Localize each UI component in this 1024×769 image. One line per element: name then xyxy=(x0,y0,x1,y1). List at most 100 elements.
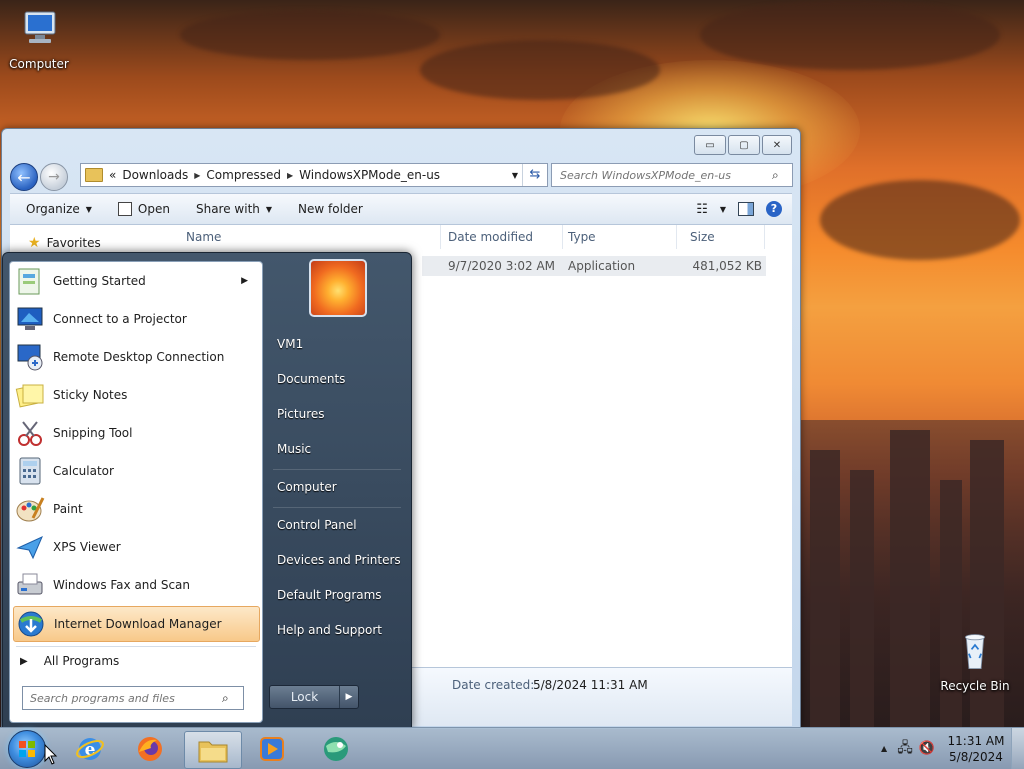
start-link-pictures[interactable]: Pictures xyxy=(277,407,325,421)
program-internet-download-manager[interactable]: Internet Download Manager xyxy=(13,606,260,642)
clock-date: 5/8/2024 xyxy=(949,749,1003,764)
submenu-arrow-icon: ▶ xyxy=(241,276,248,286)
chevron-down-icon[interactable]: ▼ xyxy=(720,205,726,214)
wallpaper-cloud xyxy=(420,40,660,100)
start-link-default-programs[interactable]: Default Programs xyxy=(277,588,382,602)
organize-button[interactable]: Organize ▼ xyxy=(26,202,92,216)
new-folder-button[interactable]: New folder xyxy=(298,202,363,216)
open-label: Open xyxy=(137,202,170,216)
start-link-documents[interactable]: Documents xyxy=(277,372,345,386)
share-with-button[interactable]: Share with ▼ xyxy=(196,202,272,216)
lock-button[interactable]: Lock ▶ xyxy=(269,685,359,709)
folder-icon xyxy=(85,168,103,182)
power-options-arrow-icon[interactable]: ▶ xyxy=(339,686,358,708)
program-label: Getting Started xyxy=(53,274,146,288)
close-button[interactable]: ✕ xyxy=(762,135,792,155)
refresh-icon[interactable]: ⇆ xyxy=(522,164,547,186)
program-getting-started[interactable]: Getting Started ▶ xyxy=(13,264,258,298)
program-remote-desktop-connection[interactable]: Remote Desktop Connection xyxy=(13,340,258,374)
breadcrumb-chevron-icon[interactable]: ▶ xyxy=(287,171,293,180)
start-link-control-panel[interactable]: Control Panel xyxy=(277,518,357,532)
program-label: Paint xyxy=(53,502,83,516)
taskbar-app-green-globe[interactable] xyxy=(308,731,364,767)
details-date-created-value: 5/8/2024 11:31 AM xyxy=(533,678,648,692)
explorer-search-box[interactable]: ⌕ xyxy=(551,163,793,187)
all-programs-button[interactable]: ▶ All Programs xyxy=(20,654,119,668)
taskbar-media-player[interactable] xyxy=(244,731,300,767)
mouse-cursor-icon xyxy=(44,744,58,765)
wallpaper-cloud xyxy=(180,10,440,60)
start-link-help-and-support[interactable]: Help and Support xyxy=(277,623,382,637)
volume-muted-icon[interactable]: 🔇 xyxy=(919,741,935,756)
start-link-user[interactable]: VM1 xyxy=(277,337,303,351)
address-history-marker[interactable]: « xyxy=(109,168,116,182)
file-size: 481,052 KB xyxy=(692,259,762,273)
back-arrow-icon: ← xyxy=(17,167,31,187)
program-xps-viewer[interactable]: XPS Viewer xyxy=(13,530,258,564)
show-desktop-button[interactable] xyxy=(1011,728,1024,769)
start-link-music[interactable]: Music xyxy=(277,442,311,456)
star-icon: ★ xyxy=(28,235,41,251)
column-header-name[interactable]: Name xyxy=(180,225,441,249)
file-row[interactable]: 9/7/2020 3:02 AM Application 481,052 KB xyxy=(422,256,766,276)
nav-favorites[interactable]: ★ Favorites xyxy=(28,235,101,251)
getting-started-icon xyxy=(18,268,40,295)
clock[interactable]: 11:31 AM 5/8/2024 xyxy=(941,733,1011,765)
program-label: Windows Fax and Scan xyxy=(53,578,191,592)
remote-desktop-icon xyxy=(17,344,43,371)
share-with-label: Share with xyxy=(195,202,260,216)
maximize-button[interactable]: ▢ xyxy=(728,135,760,155)
start-link-devices-and-printers[interactable]: Devices and Printers xyxy=(277,553,401,567)
lock-label: Lock xyxy=(290,690,319,704)
navigation-bar: ← → « Downloads ▶ Compressed ▶ WindowsXP… xyxy=(10,161,793,191)
taskbar-windows-explorer[interactable] xyxy=(184,731,242,769)
explorer-search-input[interactable] xyxy=(558,167,772,183)
taskbar-internet-explorer[interactable]: e xyxy=(62,731,118,767)
address-bar[interactable]: « Downloads ▶ Compressed ▶ WindowsXPMode… xyxy=(80,163,548,187)
program-connect-to-projector[interactable]: Connect to a Projector xyxy=(13,302,258,336)
view-options-icon[interactable]: ☷ xyxy=(696,202,708,217)
open-button[interactable]: Open xyxy=(117,202,170,216)
preview-pane-icon[interactable] xyxy=(738,202,754,216)
start-button[interactable] xyxy=(8,730,46,768)
help-button[interactable]: ? xyxy=(766,201,782,217)
start-search-box[interactable]: ⌕ xyxy=(22,686,244,710)
column-header-date-modified[interactable]: Date modified xyxy=(442,225,563,249)
breadcrumb-chevron-icon[interactable]: ▶ xyxy=(194,171,200,180)
firefox-icon xyxy=(138,737,162,761)
program-paint[interactable]: Paint xyxy=(13,492,258,526)
snipping-tool-icon xyxy=(18,421,42,446)
program-windows-fax-and-scan[interactable]: Windows Fax and Scan xyxy=(13,568,258,602)
back-button[interactable]: ← xyxy=(10,163,38,191)
column-header-size[interactable]: Size xyxy=(684,225,765,249)
breadcrumb-downloads[interactable]: Downloads xyxy=(122,168,188,182)
address-dropdown-icon[interactable]: ▼ xyxy=(508,171,522,180)
search-icon[interactable]: ⌕ xyxy=(772,168,779,183)
minimize-button[interactable]: ▭ xyxy=(694,135,726,155)
network-icon[interactable]: 🖧 xyxy=(897,737,913,761)
program-label: Calculator xyxy=(53,464,114,478)
start-search-input[interactable] xyxy=(28,690,222,706)
start-link-computer[interactable]: Computer xyxy=(277,480,337,494)
program-label: XPS Viewer xyxy=(53,540,121,554)
show-hidden-icons-arrow[interactable]: ▲ xyxy=(881,744,887,753)
breadcrumb-windowsxpmode[interactable]: WindowsXPMode_en-us xyxy=(299,168,440,182)
forward-button[interactable]: → xyxy=(40,163,68,191)
open-app-icon xyxy=(117,202,132,216)
program-sticky-notes[interactable]: Sticky Notes xyxy=(13,378,258,412)
start-menu-links-pane: VM1 Documents Pictures Music Computer Co… xyxy=(263,253,411,728)
desktop-icon-recycle-bin[interactable]: Recycle Bin xyxy=(940,632,1010,693)
xps-viewer-icon xyxy=(16,536,43,560)
chevron-down-icon: ▼ xyxy=(265,204,273,214)
column-header-type[interactable]: Type xyxy=(562,225,677,249)
program-calculator[interactable]: Calculator xyxy=(13,454,258,488)
search-icon[interactable]: ⌕ xyxy=(222,691,229,706)
wallpaper-cloud xyxy=(820,180,1020,260)
user-picture[interactable] xyxy=(309,259,367,317)
desktop-icon-computer[interactable]: Computer xyxy=(4,10,74,71)
internet-explorer-icon: e xyxy=(76,738,104,760)
taskbar-firefox[interactable] xyxy=(122,731,178,767)
program-snipping-tool[interactable]: Snipping Tool xyxy=(13,416,258,450)
breadcrumb-compressed[interactable]: Compressed xyxy=(206,168,281,182)
start-menu-programs-pane: Getting Started ▶ Connect to a Projector… xyxy=(9,261,263,723)
